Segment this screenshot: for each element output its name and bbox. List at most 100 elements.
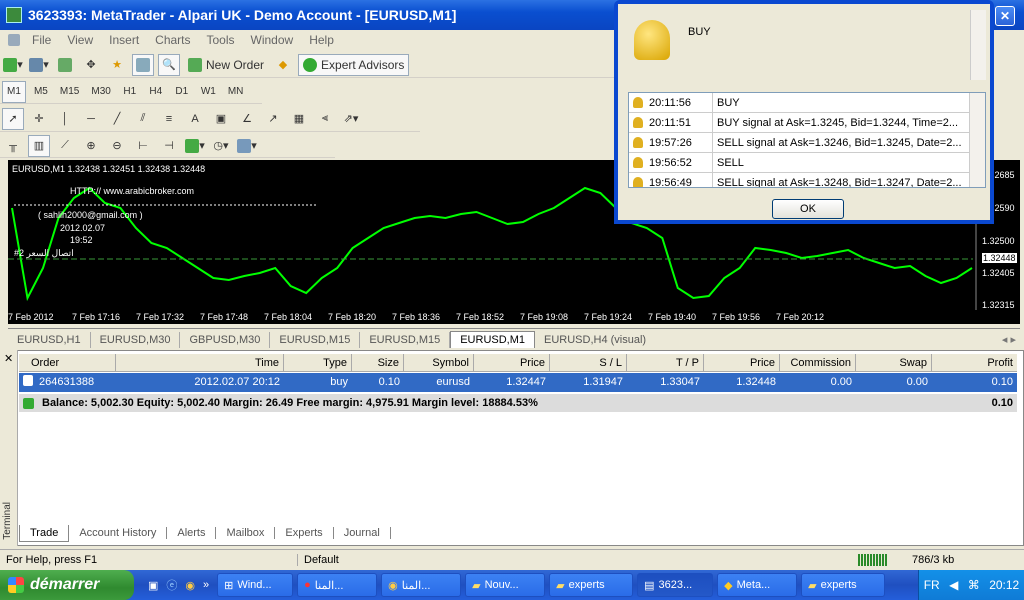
taskbar-item-opera[interactable]: ● المنا...: [297, 573, 378, 597]
zoom-out-button[interactable]: ⊖: [106, 135, 128, 157]
col-commission[interactable]: Commission: [780, 354, 856, 372]
menu-help[interactable]: Help: [301, 33, 342, 47]
taskbar-item-windows[interactable]: ⊞ Wind...: [217, 573, 294, 597]
fibonacci-tool[interactable]: ≡: [158, 108, 180, 130]
chrome-icon[interactable]: ◉: [185, 579, 195, 592]
alert-row[interactable]: 19:56:49 SELL signal at Ask=1.3248, Bid=1…: [629, 172, 985, 187]
horizontal-line-tool[interactable]: ─: [80, 108, 102, 130]
network-icon[interactable]: ⌘: [968, 578, 980, 592]
internet-explorer-icon[interactable]: ⓔ: [166, 577, 177, 593]
indicators-button[interactable]: ▾: [184, 135, 206, 157]
taskbar-item-meta[interactable]: ◆ Meta...: [717, 573, 798, 597]
alert-row[interactable]: 19:57:26 SELL signal at Ask=1.3246, Bid=1…: [629, 132, 985, 153]
auto-scroll-button[interactable]: ⊢: [132, 135, 154, 157]
trendline-tool[interactable]: ╱: [106, 108, 128, 130]
favorites-button[interactable]: ★: [106, 54, 128, 76]
back-arrow-icon[interactable]: ◀: [949, 578, 958, 592]
close-terminal-icon[interactable]: ✕: [4, 352, 13, 365]
timeframe-h4[interactable]: H4: [145, 81, 167, 103]
market-watch-button[interactable]: [54, 54, 76, 76]
menu-tools[interactable]: Tools: [199, 33, 243, 47]
new-chart-button[interactable]: ▾: [2, 54, 24, 76]
col-profit[interactable]: Profit: [932, 354, 1017, 372]
candlestick-button[interactable]: ▥: [28, 134, 50, 157]
text-tool[interactable]: A: [184, 108, 206, 130]
menu-view[interactable]: View: [59, 33, 101, 47]
col-swap[interactable]: Swap: [856, 354, 932, 372]
timeframe-m1[interactable]: M1: [2, 80, 26, 103]
col-order[interactable]: Order: [19, 354, 116, 372]
expert-advisors-button[interactable]: Expert Advisors: [298, 53, 410, 76]
text-label-tool[interactable]: ▣: [210, 108, 232, 130]
navigator-button[interactable]: ✥: [80, 54, 102, 76]
taskbar-item-metatrader[interactable]: ▤ 3623...: [637, 573, 714, 597]
order-row[interactable]: 264631388 2012.02.07 20:12 buy 0.10 euru…: [19, 373, 1017, 392]
tab-journal[interactable]: Journal: [334, 527, 391, 539]
gann-tool[interactable]: ⫷: [314, 108, 336, 130]
periods-button[interactable]: ◷ ▾: [210, 135, 232, 157]
chart-tab-active[interactable]: EURUSD,M1: [450, 331, 536, 348]
col-price[interactable]: Price: [474, 354, 550, 372]
taskbar-item-folder[interactable]: ▰ experts: [549, 573, 634, 597]
alert-button[interactable]: ◆: [272, 54, 294, 76]
menu-charts[interactable]: Charts: [147, 33, 198, 47]
col-symbol[interactable]: Symbol: [404, 354, 474, 372]
crosshair-tool[interactable]: ✛: [28, 108, 50, 130]
arrows-tool[interactable]: ⇗▾: [340, 108, 362, 130]
tab-scroll-arrows[interactable]: ◂ ▸: [998, 331, 1020, 348]
tester-button[interactable]: 🔍: [158, 53, 180, 76]
cursor-tool[interactable]: ➚: [2, 107, 24, 130]
col-type[interactable]: Type: [284, 354, 352, 372]
chart-shift-button[interactable]: ⊣: [158, 135, 180, 157]
timeframe-d1[interactable]: D1: [171, 81, 193, 103]
taskbar-item-chrome[interactable]: ◉ المنا...: [381, 573, 462, 597]
line-chart-button[interactable]: ⟋: [54, 135, 76, 157]
channel-tool[interactable]: ⫽: [132, 108, 154, 130]
col-sl[interactable]: S / L: [550, 354, 627, 372]
language-indicator[interactable]: FR: [924, 578, 940, 592]
timeframe-mn[interactable]: MN: [224, 81, 248, 103]
tab-experts[interactable]: Experts: [275, 527, 334, 539]
show-desktop-icon[interactable]: ▣: [148, 579, 158, 592]
col-tp[interactable]: T / P: [627, 354, 704, 372]
chart-tab[interactable]: EURUSD,M15: [360, 332, 451, 348]
alert-row[interactable]: 19:56:52 SELL: [629, 152, 985, 173]
timeframe-m30[interactable]: M30: [87, 81, 114, 103]
timeframe-m5[interactable]: M5: [30, 81, 52, 103]
chart-tab[interactable]: EURUSD,H4 (visual): [535, 332, 655, 348]
taskbar-item-folder[interactable]: ▰ Nouv...: [465, 573, 546, 597]
tab-alerts[interactable]: Alerts: [167, 527, 217, 539]
alert-row[interactable]: 20:11:56 BUY: [629, 93, 985, 113]
grid-tool[interactable]: ▦: [288, 108, 310, 130]
zoom-in-button[interactable]: ⊕: [80, 135, 102, 157]
menu-window[interactable]: Window: [243, 33, 302, 47]
timeframe-h1[interactable]: H1: [119, 81, 141, 103]
chart-tab[interactable]: EURUSD,H1: [8, 332, 91, 348]
tab-trade[interactable]: Trade: [19, 524, 70, 542]
col-current-price[interactable]: Price: [704, 354, 780, 372]
bar-chart-button[interactable]: ╥: [2, 135, 24, 157]
chart-tab[interactable]: GBPUSD,M30: [180, 332, 271, 348]
timeframe-w1[interactable]: W1: [197, 81, 220, 103]
templates-button[interactable]: ▾: [236, 135, 258, 157]
quick-launch-more-icon[interactable]: »: [203, 579, 209, 591]
alert-message-scrollbar[interactable]: [970, 10, 986, 80]
terminal-button[interactable]: [132, 53, 154, 76]
col-time[interactable]: Time: [116, 354, 284, 372]
chart-tab[interactable]: EURUSD,M15: [270, 332, 361, 348]
ok-button[interactable]: OK: [772, 199, 844, 219]
vertical-line-tool[interactable]: │: [54, 108, 76, 130]
alert-list-scrollbar[interactable]: [969, 93, 985, 187]
close-window-button[interactable]: ✕: [995, 6, 1015, 26]
start-button[interactable]: démarrer: [0, 570, 134, 600]
chart-tab[interactable]: EURUSD,M30: [91, 332, 181, 348]
timeframe-m15[interactable]: M15: [56, 81, 83, 103]
alert-row[interactable]: 20:11:51 BUY signal at Ask=1.3245, Bid=1.…: [629, 112, 985, 133]
tab-mailbox[interactable]: Mailbox: [216, 527, 276, 539]
angle-tool[interactable]: ∠: [236, 108, 258, 130]
ray-tool[interactable]: ↗: [262, 108, 284, 130]
taskbar-item-folder[interactable]: ▰ experts: [801, 573, 886, 597]
menu-insert[interactable]: Insert: [101, 33, 147, 47]
new-order-button[interactable]: New Order: [184, 54, 268, 76]
col-size[interactable]: Size: [352, 354, 404, 372]
